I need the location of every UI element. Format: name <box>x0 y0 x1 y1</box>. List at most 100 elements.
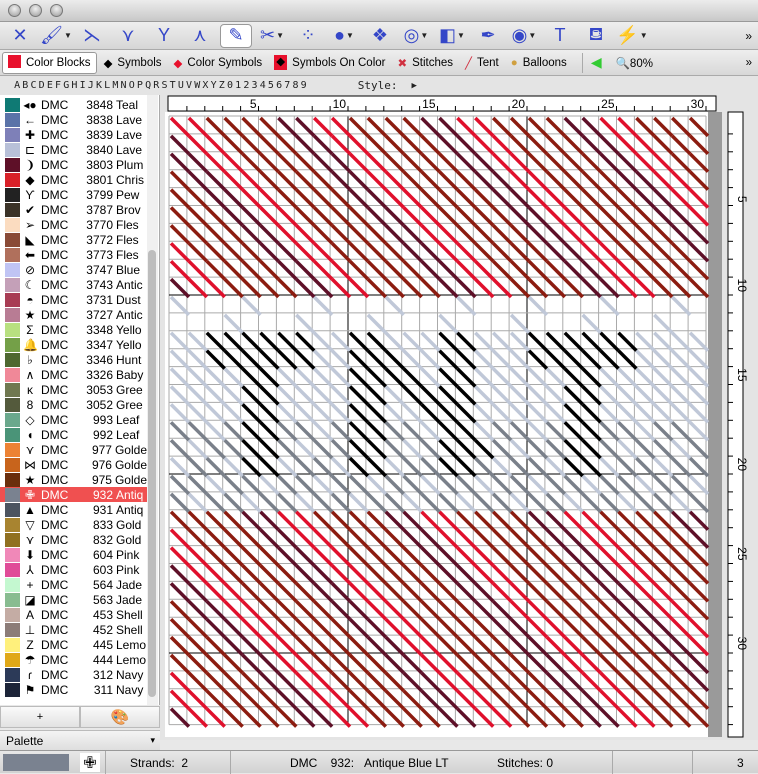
palette-item[interactable]: ◂● DMC 3848 Teal <box>0 97 147 112</box>
alphabet-char[interactable]: L <box>103 80 111 91</box>
tool-quarter-stitch[interactable]: Y <box>148 24 180 48</box>
palette-item[interactable]: ɾ DMC 312 Navy <box>0 667 147 682</box>
alphabet-char[interactable]: X <box>201 80 209 91</box>
alphabet-char[interactable]: 1 <box>234 80 242 91</box>
tool-petite-stitch[interactable]: ⋏ <box>184 24 216 48</box>
palette-item[interactable]: ◓ DMC 3731 Dust <box>0 292 147 307</box>
palette-item[interactable]: ⊘ DMC 3747 Blue <box>0 262 147 277</box>
zoom-control[interactable]: 🔍80% <box>616 56 653 70</box>
tool-half-stitch[interactable]: ⋋ <box>76 24 108 48</box>
alphabet-char[interactable]: 7 <box>283 80 291 91</box>
tool-magic-wand[interactable]: ⚡ ▼ <box>616 24 648 48</box>
add-color-button[interactable]: + <box>0 706 80 728</box>
palette-item[interactable]: ✔ DMC 3787 Brov <box>0 202 147 217</box>
alphabet-char[interactable]: M <box>111 80 119 91</box>
tool-backstitch-pencil[interactable]: ✎ <box>220 23 252 48</box>
palette-item[interactable]: ✚ DMC 3839 Lave <box>0 127 147 142</box>
palette-item[interactable]: ◖ DMC 992 Leaf <box>0 427 147 442</box>
palette-item[interactable]: 🔔 DMC 3347 Yello <box>0 337 147 352</box>
close-button[interactable] <box>8 4 21 17</box>
palette-item[interactable]: ♭ DMC 3346 Hunt <box>0 352 147 367</box>
minimize-button[interactable] <box>29 4 42 17</box>
back-arrow-icon[interactable]: ◀ <box>591 54 602 71</box>
tool-shapes[interactable]: ◧ ▼ <box>436 24 468 48</box>
view-symbols[interactable]: ◆ Symbols <box>99 52 167 74</box>
alphabet-char[interactable]: 2 <box>242 80 250 91</box>
alphabet-char[interactable]: Z <box>218 80 226 91</box>
palette-item[interactable]: ⊥ DMC 452 Shell <box>0 622 147 637</box>
tool-specialty-stitch[interactable]: ✂ ▼ <box>256 24 288 48</box>
tool-eye[interactable]: ◉ ▼ <box>508 24 540 48</box>
alphabet-char[interactable]: 8 <box>291 80 299 91</box>
alphabet-char[interactable]: 9 <box>300 80 308 91</box>
palette-editor-button[interactable]: 🎨 <box>80 706 160 728</box>
alphabet-char[interactable]: E <box>46 80 54 91</box>
alphabet-char[interactable]: U <box>177 80 185 91</box>
tool-button[interactable]: ❖ <box>364 24 396 48</box>
alphabet-char[interactable]: A <box>13 80 21 91</box>
alphabet-char[interactable]: K <box>95 80 103 91</box>
tool-paintbrush[interactable]: 🖌 ▼ <box>40 24 72 48</box>
view-symbols-on-color[interactable]: ◆ Symbols On Color <box>269 52 390 74</box>
tool-bead[interactable]: ● ▼ <box>328 24 360 48</box>
tool-color-swap[interactable]: ⁘ <box>292 24 324 48</box>
palette-item[interactable]: 8 DMC 3052 Gree <box>0 397 147 412</box>
alphabet-char[interactable]: G <box>62 80 70 91</box>
palette-item[interactable]: ◣ DMC 3772 Fles <box>0 232 147 247</box>
palette-item[interactable]: ❩ DMC 3803 Plum <box>0 157 147 172</box>
palette-item[interactable]: ★ DMC 3727 Antic <box>0 307 147 322</box>
palette-item[interactable]: ← DMC 3838 Lave <box>0 112 147 127</box>
tool-full-cross-stitch[interactable]: ✕ <box>4 24 36 48</box>
palette-item[interactable]: ⋈ DMC 976 Golde <box>0 457 147 472</box>
palette-item[interactable]: ⋎ DMC 832 Gold <box>0 532 147 547</box>
view-stitches[interactable]: ✖ Stitches <box>392 52 458 74</box>
alphabet-char[interactable]: C <box>29 80 37 91</box>
alphabet-char[interactable]: V <box>185 80 193 91</box>
palette-item[interactable]: ☂ DMC 444 Lemo <box>0 652 147 667</box>
pattern-canvas-area[interactable]: 5 10 15 20 25 30 5 10 15 20 25 30 <box>160 95 758 740</box>
palette-item[interactable]: ☾ DMC 3743 Antic <box>0 277 147 292</box>
strands-field[interactable]: Strands: 2 <box>130 751 188 774</box>
alphabet-char[interactable]: F <box>54 80 62 91</box>
alphabet-char[interactable]: R <box>152 80 160 91</box>
toolbar-overflow-icon[interactable]: » <box>745 29 752 43</box>
view-tent[interactable]: ╱ Tent <box>460 52 504 74</box>
view-balloons[interactable]: ● Balloons <box>506 52 572 74</box>
alphabet-char[interactable]: 3 <box>250 80 258 91</box>
alphabet-char[interactable]: Q <box>144 80 152 91</box>
alphabet-char[interactable]: S <box>160 80 168 91</box>
palette-item[interactable]: ⋎ DMC 977 Golde <box>0 442 147 457</box>
alphabet-char[interactable]: Y <box>210 80 218 91</box>
palette-item[interactable]: ⬅ DMC 3773 Fles <box>0 247 147 262</box>
palette-item[interactable]: Z DMC 445 Lemo <box>0 637 147 652</box>
alphabet-char[interactable]: 5 <box>267 80 275 91</box>
palette-item[interactable]: ➢ DMC 3770 Fles <box>0 217 147 232</box>
palette-item[interactable]: + DMC 564 Jade <box>0 577 147 592</box>
zoom-button[interactable] <box>50 4 63 17</box>
palette-item[interactable]: ◆ DMC 3801 Chris <box>0 172 147 187</box>
tool-three-quarter-stitch[interactable]: ⋎ <box>112 24 144 48</box>
tool-concentric-circle[interactable]: ◎ ▼ <box>400 24 432 48</box>
alphabet-char[interactable]: 0 <box>226 80 234 91</box>
current-color-swatch[interactable] <box>3 754 69 771</box>
toolbar-overflow-icon[interactable]: » <box>746 57 752 69</box>
palette-item[interactable]: ⬇ DMC 604 Pink <box>0 547 147 562</box>
palette-select[interactable]: Palette ▾ <box>0 730 160 750</box>
view-color-symbols[interactable]: ◆ Color Symbols <box>169 52 268 74</box>
palette-item[interactable]: ⊏ DMC 3840 Lave <box>0 142 147 157</box>
alphabet-char[interactable]: N <box>119 80 127 91</box>
tool-pen-nib[interactable]: ✒ <box>472 24 504 48</box>
style-arrow-icon[interactable]: ▶ <box>412 81 417 91</box>
view-color-blocks[interactable]: Color Blocks <box>2 51 97 74</box>
alphabet-char[interactable]: 4 <box>259 80 267 91</box>
palette-item[interactable]: A DMC 453 Shell <box>0 607 147 622</box>
palette-item[interactable]: ◪ DMC 563 Jade <box>0 592 147 607</box>
alphabet-char[interactable]: D <box>38 80 46 91</box>
palette-item[interactable]: ▽ DMC 833 Gold <box>0 517 147 532</box>
scrollbar-thumb[interactable] <box>148 250 156 697</box>
alphabet-char[interactable]: H <box>70 80 78 91</box>
pattern-canvas[interactable]: 5 10 15 20 25 30 5 10 15 20 25 30 <box>160 95 758 740</box>
palette-item[interactable]: ★ DMC 975 Golde <box>0 472 147 487</box>
palette-item[interactable]: ⅄ DMC 603 Pink <box>0 562 147 577</box>
alphabet-char[interactable]: 6 <box>275 80 283 91</box>
